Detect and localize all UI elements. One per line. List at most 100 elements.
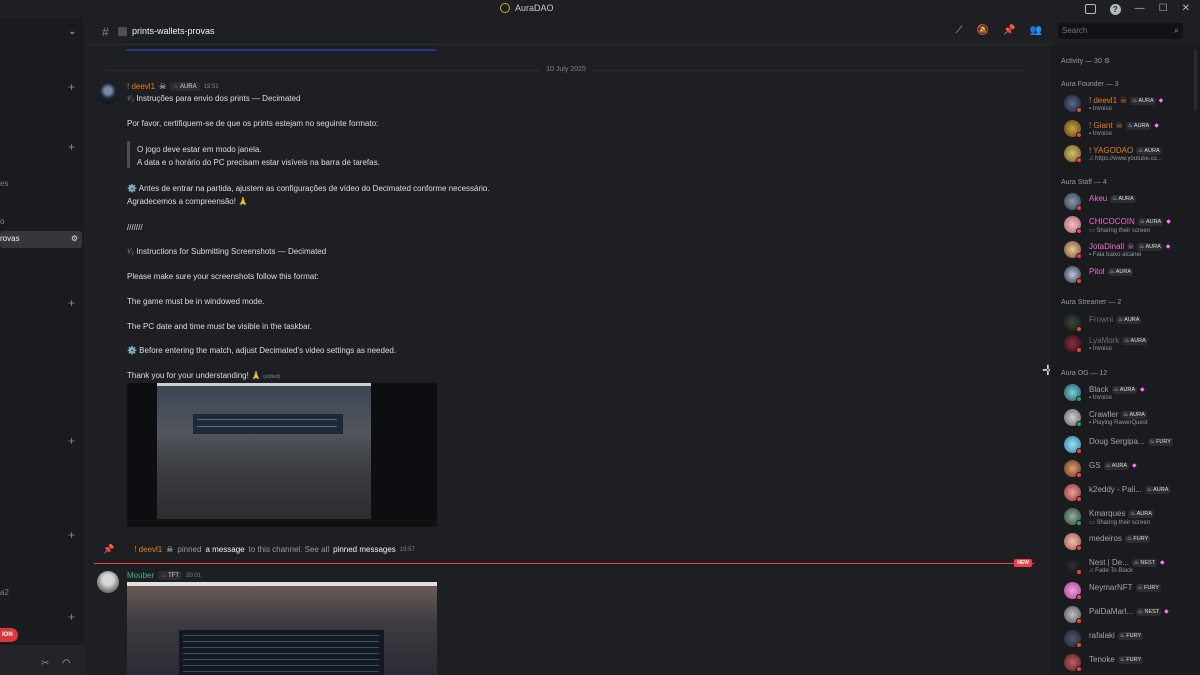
status-badge[interactable]: ION (0, 628, 18, 642)
numbers-icon: ¹⁄₂ (127, 94, 137, 103)
member-name: Kmarques ♨ AURA (1089, 509, 1154, 518)
pinned-messages-link[interactable]: pinned messages (333, 545, 396, 554)
pin-icon[interactable]: 📌 (1003, 25, 1015, 36)
member-item[interactable]: GS ♨ AURA ◆ (1064, 458, 1194, 480)
channel-fragment[interactable]: o (0, 217, 4, 226)
member-tag: AURA (1153, 486, 1169, 493)
skull-icon: ☠ (1120, 96, 1128, 105)
role-tag[interactable]: ♨ TFT (158, 571, 183, 580)
headphones-icon[interactable]: ◠ (62, 658, 71, 669)
status-dot (1076, 569, 1082, 575)
maximize-icon[interactable]: ☐ (1159, 3, 1168, 15)
member-item[interactable]: Tenoke ♨ FURY (1064, 652, 1194, 674)
skull-icon: ☠ (159, 82, 167, 91)
role-tag: ♨ AURA (1136, 146, 1162, 155)
member-group-label: Aura Streamer — 2 (1061, 299, 1122, 306)
member-name: Frowni ♨ AURA (1089, 315, 1142, 324)
blockquote-bar (127, 141, 130, 168)
add-channel-icon[interactable]: + (68, 610, 75, 624)
add-channel-icon[interactable]: + (68, 140, 75, 154)
role-tag-text: AURA (179, 84, 197, 90)
skull-icon: ☠ (1115, 121, 1123, 130)
member-item[interactable]: medeiros ♨ FURY (1064, 531, 1194, 553)
member-name-text: Crawller (1089, 410, 1119, 419)
attachment-image[interactable] (127, 383, 437, 527)
numbers-icon: ¹⁄₂ (127, 247, 137, 256)
scrollbar[interactable] (1194, 50, 1197, 110)
member-item[interactable]: Kmarques ♨ AURA ▭ Sharing their screen (1064, 506, 1194, 528)
member-item[interactable]: LyaMork ♨ AURA ▪ Invoice (1064, 333, 1194, 355)
member-item[interactable]: JotaDinall ☠ ♨ AURA ◆ ▪ Fala baixo alcanei (1064, 239, 1194, 261)
member-name: Black ♨ AURA ◆ (1089, 385, 1145, 394)
member-tag: AURA (1138, 97, 1154, 104)
member-tag: FURY (1144, 584, 1159, 591)
member-tag: AURA (1111, 462, 1127, 469)
add-channel-icon[interactable]: + (68, 80, 75, 94)
avatar[interactable] (97, 571, 119, 593)
chevron-down-icon[interactable]: ⌄ (68, 26, 76, 37)
search-box[interactable]: ⌕ (1058, 23, 1183, 39)
role-tag: ♨ FURY (1147, 437, 1173, 446)
member-name: ! Giant ☠ ♨ AURA ◆ (1089, 121, 1159, 130)
channel-settings-icon[interactable]: ⚙ (71, 234, 78, 243)
member-item[interactable]: ! YAGODAO ♨ AURA ♫ https://www.youtube.co… (1064, 143, 1194, 165)
member-name: LyaMork ♨ AURA (1089, 336, 1148, 345)
member-item[interactable]: CHICOCOIN ♨ AURA ◆ ▭ Sharing their screen (1064, 214, 1194, 236)
mute-icon[interactable]: ✂ (41, 658, 49, 669)
search-input[interactable] (1062, 26, 1162, 35)
message-line: Por favor, certifiquem-se de que os prin… (127, 119, 379, 128)
member-item[interactable]: PalDaMarl... ♨ NEST ◆ (1064, 604, 1194, 626)
flame-icon: ♨ (161, 573, 167, 579)
member-status-text: Invoice (1092, 346, 1112, 352)
notifications-icon[interactable]: 🔕 (977, 25, 989, 36)
member-status: ▭ Sharing their screen (1089, 519, 1150, 526)
member-item[interactable]: ! Giant ☠ ♨ AURA ◆ ▪ Invoice (1064, 118, 1194, 140)
member-item[interactable]: NeymarNFT ♨ FURY (1064, 580, 1194, 602)
help-icon[interactable]: ? (1109, 3, 1121, 15)
threads-icon[interactable]: ⟋ (956, 25, 963, 36)
minimize-icon[interactable]: — (1135, 3, 1145, 15)
attachment-image[interactable] (127, 582, 437, 675)
screenshot-scene (157, 386, 371, 519)
sidebar-item-active[interactable]: rovas ⚙ (0, 231, 82, 248)
member-tag: AURA (1115, 268, 1131, 275)
channel-fragment[interactable]: a2 (0, 588, 9, 597)
role-tag: ♨ AURA (1103, 461, 1129, 470)
member-item[interactable]: Doug Sergipa... ♨ FURY (1064, 434, 1194, 456)
member-item[interactable]: Akeu ♨ AURA (1064, 191, 1194, 213)
add-channel-icon[interactable]: + (68, 296, 75, 310)
member-name: medeiros ♨ FURY (1089, 534, 1151, 543)
member-item[interactable]: Pitol ♨ AURA (1064, 264, 1194, 286)
inbox-icon[interactable] (1084, 4, 1096, 14)
member-item[interactable]: Black ♨ AURA ◆ ▪ Invoice (1064, 382, 1194, 404)
channel-fragment[interactable]: es (0, 179, 8, 188)
pinned-message-link[interactable]: a message (205, 545, 244, 554)
role-tag[interactable]: ♨ AURA (170, 82, 200, 91)
member-status: ▭ Sharing their screen (1089, 227, 1150, 234)
close-icon[interactable]: ✕ (1182, 3, 1190, 15)
member-name-text: Tenoke (1089, 655, 1115, 664)
message-line: ⚙️ Antes de entrar na partida, ajustem a… (127, 184, 490, 193)
add-channel-icon[interactable]: + (68, 528, 75, 542)
status-dot (1076, 594, 1082, 600)
member-tag: AURA (1129, 411, 1145, 418)
member-item[interactable]: k2eddy - Pali... ♨ AURA (1064, 482, 1194, 504)
message-author[interactable]: Mouber (127, 571, 154, 580)
add-channel-icon[interactable]: + (68, 434, 75, 448)
member-status-text: Invoice (1092, 106, 1112, 112)
pin-author[interactable]: ! deevl1 (134, 545, 162, 554)
member-item[interactable]: Frowni ♨ AURA (1064, 312, 1194, 334)
activity-header[interactable]: Activity — 30 ⚙ (1061, 57, 1110, 66)
member-item[interactable]: ! deevl1 ☠ ♨ AURA ◆ ▪ Invoice (1064, 93, 1194, 115)
member-group-label: Aura Staff — 4 (1061, 179, 1107, 186)
date-divider-text: 10 July 2025 (540, 66, 592, 73)
member-name-text: Frowni (1089, 315, 1114, 324)
member-item[interactable]: Crawller ♨ AURA ▪ Playing RavenQuest (1064, 407, 1194, 429)
member-item[interactable]: Nest | De... ♨ NEST ◆ ♫ Fade To Black (1064, 555, 1194, 577)
status-dot (1076, 107, 1082, 113)
member-item[interactable]: rafalaki ♨ FURY (1064, 628, 1194, 650)
members-icon[interactable]: 👥 (1030, 25, 1042, 36)
message-author[interactable]: ! deevl1 (127, 82, 155, 91)
avatar[interactable] (97, 82, 119, 104)
screenshot-row (197, 419, 337, 420)
